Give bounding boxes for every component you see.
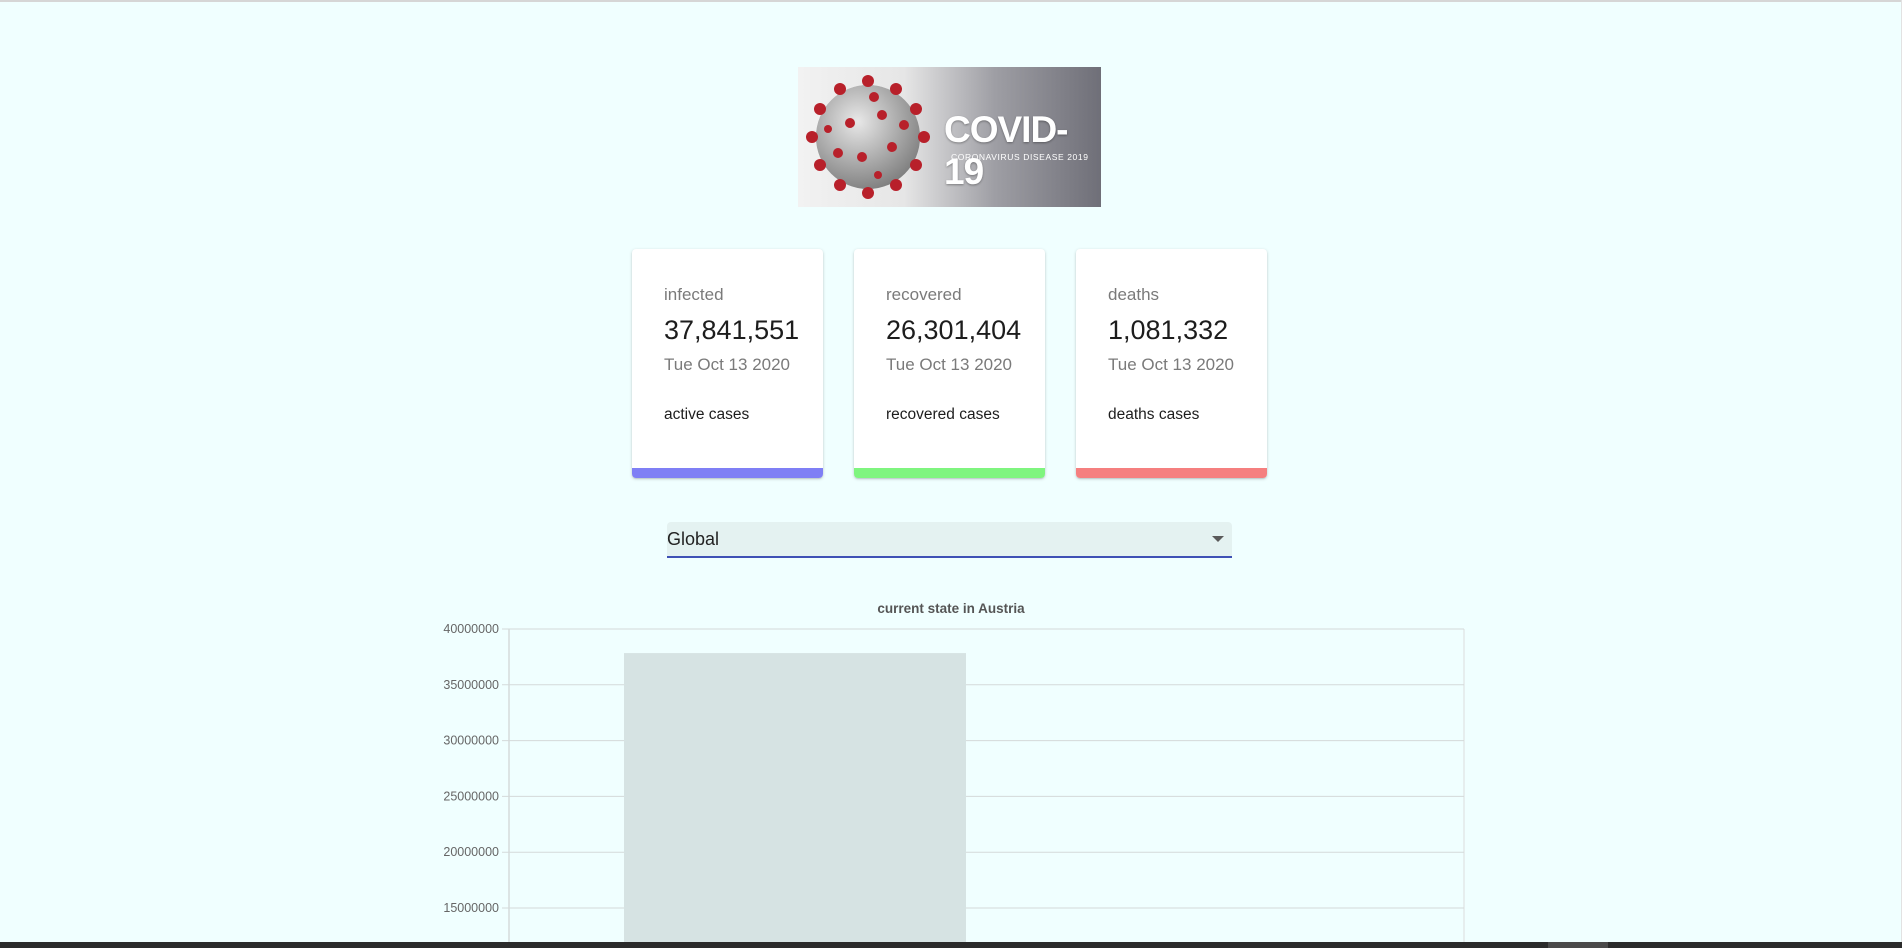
bottom-scrollbar[interactable] xyxy=(0,942,1902,948)
y-tick-label: 25000000 xyxy=(443,789,499,803)
bar-chart: 40000000 35000000 30000000 25000000 20000000… xyxy=(443,622,1465,942)
y-tick-label: 30000000 xyxy=(443,734,499,748)
y-tick-label: 40000000 xyxy=(443,622,499,636)
y-tick-label: 15000000 xyxy=(443,901,499,915)
y-tick-label: 35000000 xyxy=(443,678,499,692)
y-tick-label: 20000000 xyxy=(443,845,499,859)
scrollbar-thumb[interactable] xyxy=(1548,942,1608,948)
bar xyxy=(624,653,966,942)
